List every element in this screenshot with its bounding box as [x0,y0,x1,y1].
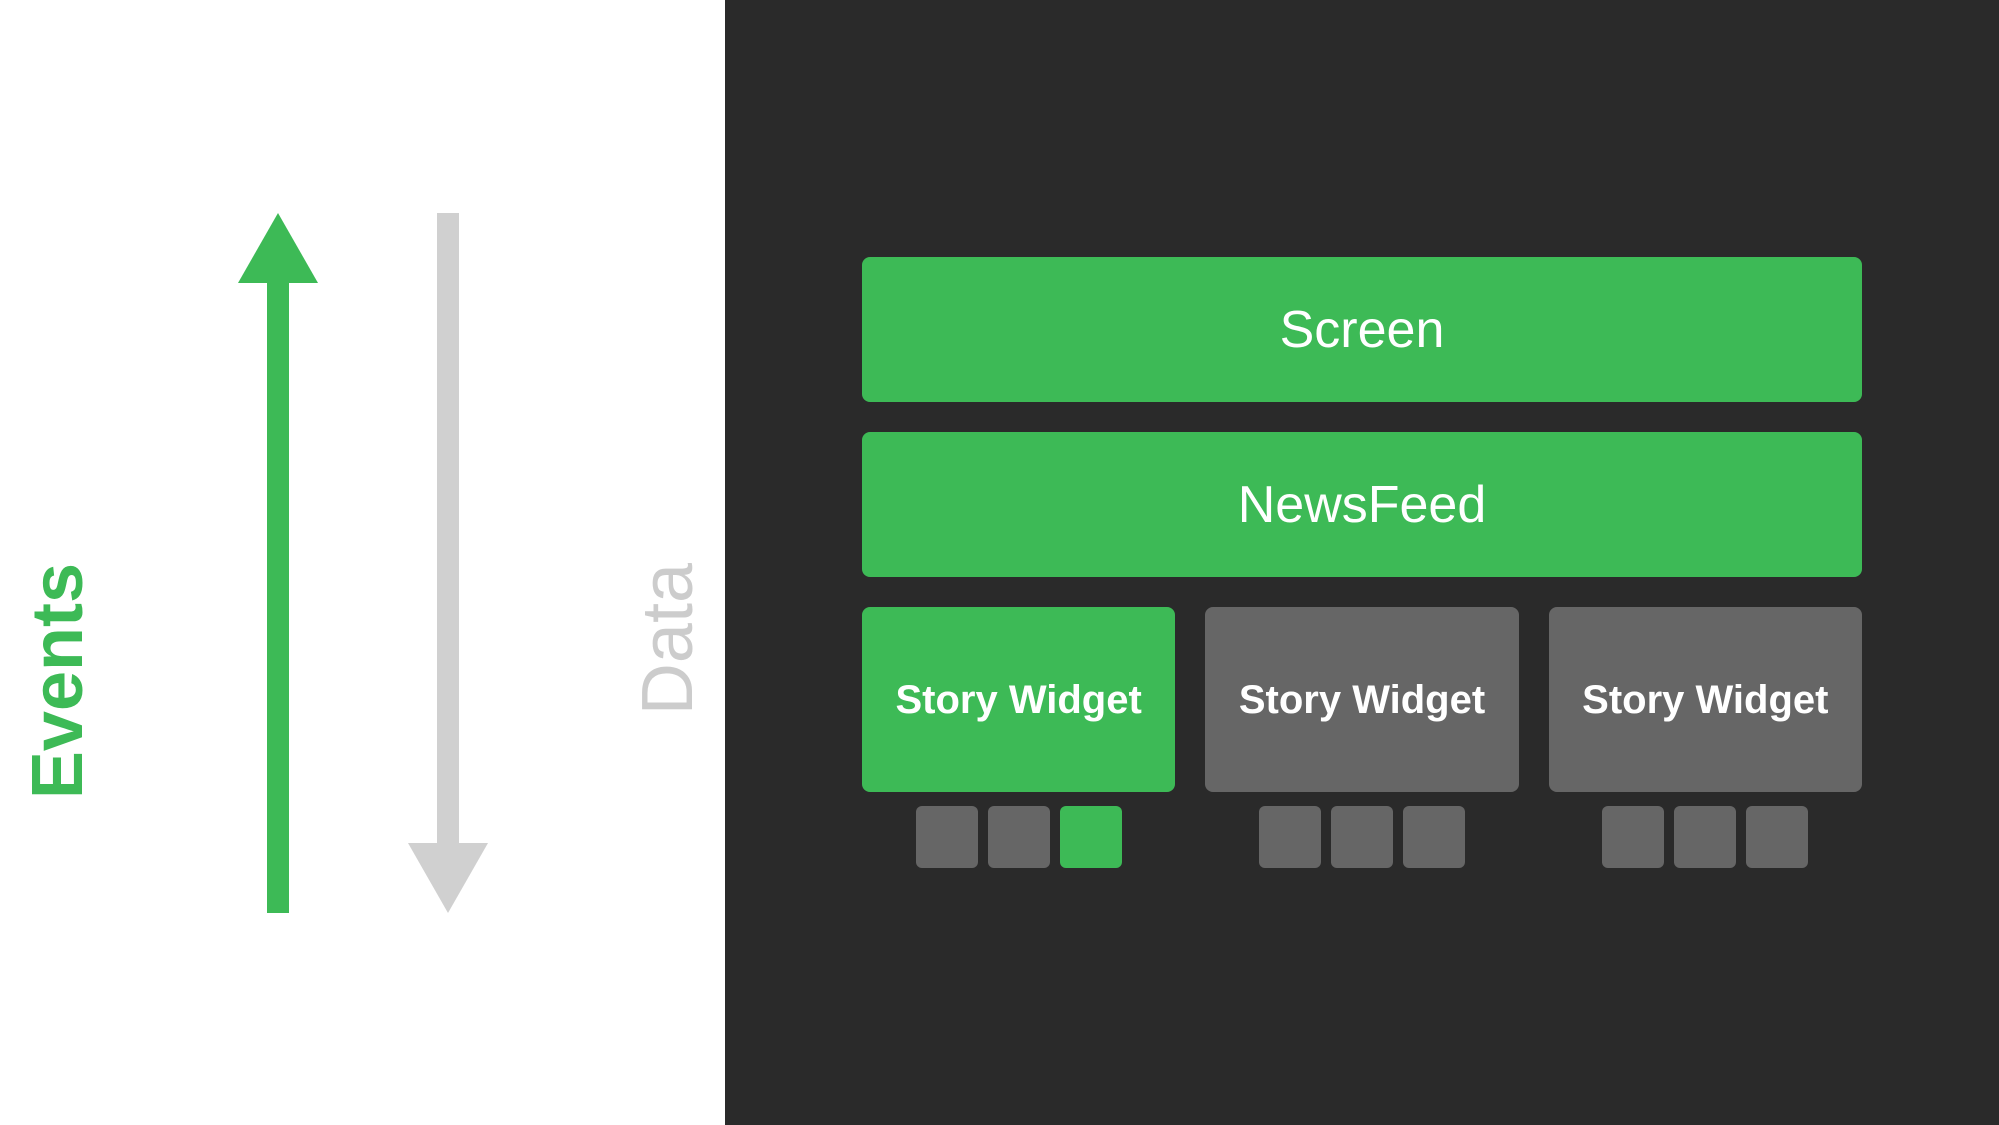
arrow-up-shaft [267,283,289,913]
data-label: Data [627,563,709,715]
newsfeed-box: NewsFeed [862,432,1862,577]
story-widget-label-1: Story Widget [896,676,1142,724]
arrows-wrapper: Events Data [148,213,578,913]
mini-box-3-3 [1746,806,1808,868]
events-arrow [238,213,318,913]
mini-box-3-1 [1602,806,1664,868]
mini-boxes-row-3 [1549,806,1862,868]
mini-box-1-1 [916,806,978,868]
data-arrow [408,213,488,913]
mini-box-1-3 [1060,806,1122,868]
mini-boxes-row-2 [1205,806,1518,868]
mini-box-2-1 [1259,806,1321,868]
story-widget-box-1: Story Widget [862,607,1175,792]
arrow-up-head [238,213,318,283]
story-widget-box-2: Story Widget [1205,607,1518,792]
mini-box-3-2 [1674,806,1736,868]
right-content: Screen NewsFeed Story Widget [862,197,1862,928]
story-widget-group-1: Story Widget [862,607,1175,868]
story-widget-group-3: Story Widget [1549,607,1862,868]
screen-label: Screen [1280,300,1445,360]
screen-box: Screen [862,257,1862,402]
mini-boxes-row-1 [862,806,1175,868]
mini-box-1-2 [988,806,1050,868]
story-widgets-row: Story Widget Story Widget [862,607,1862,868]
arrow-down-head [408,843,488,913]
story-widget-label-2: Story Widget [1239,676,1485,724]
story-widget-label-3: Story Widget [1582,676,1828,724]
events-label: Events [17,563,99,799]
right-panel: Screen NewsFeed Story Widget [725,0,1999,1125]
newsfeed-label: NewsFeed [1238,475,1487,535]
story-widget-box-3: Story Widget [1549,607,1862,792]
story-widget-group-2: Story Widget [1205,607,1518,868]
left-panel: Events Data [0,0,725,1125]
arrow-down-shaft [437,213,459,843]
mini-box-2-2 [1331,806,1393,868]
mini-box-2-3 [1403,806,1465,868]
